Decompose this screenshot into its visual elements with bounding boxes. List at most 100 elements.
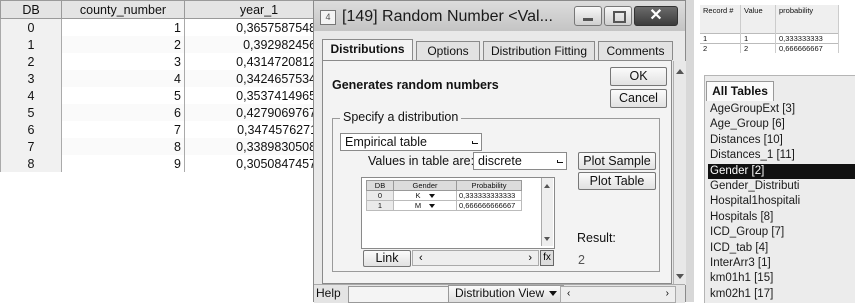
maximize-button[interactable] [604,6,632,26]
chevron-down-icon[interactable] [428,194,435,198]
column-header-db[interactable]: DB [0,0,62,19]
table-row[interactable]: 1 1 0,333333333 [700,33,839,44]
table-row[interactable]: 1 2 0,39298245614 [0,36,334,53]
cell-year-1[interactable]: 0,353741496599 [184,87,334,104]
table-row[interactable]: 0 K 0,333333333333 [366,190,522,201]
scroll-right-icon[interactable]: › [528,251,532,265]
column-header-county-number[interactable]: county_number [61,0,185,19]
distribution-view-button[interactable]: Distribution View [448,285,565,303]
cell-county-number[interactable]: 8 [61,138,185,155]
scroll-left-icon[interactable]: ‹ [419,251,423,265]
cell-value[interactable]: 1 [740,33,776,44]
column-header-db[interactable]: DB [366,180,394,191]
cell-county-number[interactable]: 2 [61,36,185,53]
tab-options[interactable]: Options [416,41,480,60]
cell-year-1[interactable]: 0,427906976744 [184,104,334,121]
table-list-item[interactable]: Distances [10] [708,133,855,148]
cell-county-number[interactable]: 7 [61,121,185,138]
column-header-gender[interactable]: Gender [393,180,457,191]
plot-sample-button[interactable]: Plot Sample [578,152,656,170]
plot-table-button[interactable]: Plot Table [578,172,656,190]
table-list-item[interactable]: AgeGroupExt [3] [708,102,855,117]
tab-comments[interactable]: Comments [598,41,673,60]
cell-year-1[interactable]: 0,342465753425 [184,70,334,87]
cell-year-1[interactable]: 0,305084745763 [184,155,334,172]
table-row[interactable]: 2 3 0,431472081218 [0,53,334,70]
table-row[interactable]: 4 5 0,353741496599 [0,87,334,104]
column-header-probability[interactable]: probability [775,5,839,34]
cell-db[interactable]: 2 [0,53,62,70]
cell-probability[interactable]: 0,333333333 [775,33,839,44]
table-row[interactable]: 6 7 0,347457627119 [0,121,334,138]
table-row[interactable]: 5 6 0,427906976744 [0,104,334,121]
link-button[interactable]: Link [363,250,411,267]
cell-db[interactable]: 1 [366,200,394,211]
grid-scrollbar[interactable] [541,178,553,246]
cell-gender[interactable]: K [393,190,457,201]
column-header-value[interactable]: Value [740,5,776,34]
table-row[interactable]: 2 2 0,666666667 [700,43,839,53]
cell-db[interactable]: 8 [0,155,62,172]
scroll-left-icon[interactable]: ‹ [567,287,570,301]
minimize-button[interactable] [574,6,602,26]
table-list-item[interactable]: Distances_1 [11] [708,148,855,163]
cell-probability[interactable]: 0,333333333333 [456,190,522,201]
dialog-titlebar[interactable]: 4 [149] Random Number <Val... ✕ [314,1,685,31]
function-button[interactable]: fx [540,250,554,266]
grid-horizontal-scrollbar[interactable]: ‹ › [412,250,539,266]
cell-county-number[interactable]: 5 [61,87,185,104]
cell-db[interactable]: 3 [0,70,62,87]
table-list-item[interactable]: km01h1 [15] [708,271,855,286]
column-header-year-1[interactable]: year_1 [184,0,334,19]
cell-db[interactable]: 0 [366,190,394,201]
help-button[interactable]: Help [316,286,341,300]
ok-button[interactable]: OK [610,67,667,86]
table-list-item[interactable]: Hospitals [8] [708,210,855,225]
table-list-item[interactable]: ICD_tab [4] [708,241,855,256]
tab-distribution-fitting[interactable]: Distribution Fitting [483,41,595,60]
panel-scrollbar[interactable] [673,61,686,285]
table-row[interactable]: 1 M 0,666666666667 [366,200,522,211]
tab-all-tables[interactable]: All Tables [706,81,774,101]
cell-year-1[interactable]: 0,39298245614 [184,36,334,53]
chevron-down-icon[interactable] [429,204,436,208]
column-header-probability[interactable]: Probability [456,180,522,191]
cell-probability[interactable]: 0,666666667 [775,43,839,53]
table-row[interactable]: 7 8 0,338983050847 [0,138,334,155]
table-row[interactable]: 3 4 0,342465753425 [0,70,334,87]
cell-db[interactable]: 4 [0,87,62,104]
table-row[interactable]: 8 9 0,305084745763 [0,155,334,172]
cell-county-number[interactable]: 9 [61,155,185,172]
tab-distributions[interactable]: Distributions [322,39,413,60]
status-scrollbar[interactable]: ‹ › [560,286,676,303]
cell-db[interactable]: 1 [0,36,62,53]
cell-record[interactable]: 1 [700,33,741,44]
cell-gender[interactable]: M [393,200,457,211]
cell-value[interactable]: 2 [740,43,776,53]
cell-year-1[interactable]: 0,347457627119 [184,121,334,138]
scroll-right-icon[interactable]: › [666,287,669,301]
cell-year-1[interactable]: 0,365758754864 [184,18,334,36]
table-list-item[interactable]: Hospital1hospitali [708,194,855,209]
table-list-item[interactable]: Gender_Distributi [708,179,855,194]
cell-probability[interactable]: 0,666666666667 [456,200,522,211]
table-list-item[interactable]: Gender [2] [708,163,855,179]
values-type-select[interactable]: discrete [473,152,567,170]
cell-county-number[interactable]: 3 [61,53,185,70]
cancel-button[interactable]: Cancel [610,89,667,108]
table-list-item[interactable]: Age_Group [6] [708,117,855,132]
cell-db[interactable]: 5 [0,104,62,121]
column-header-record[interactable]: Record # [700,5,741,34]
cell-db[interactable]: 6 [0,121,62,138]
table-list-item[interactable]: ICD_Group [7] [708,225,855,240]
table-row[interactable]: 0 1 0,365758754864 [0,18,334,36]
cell-county-number[interactable]: 4 [61,70,185,87]
close-button[interactable]: ✕ [634,6,678,26]
table-list-item[interactable]: km02h1 [17] [708,287,855,302]
cell-db[interactable]: 0 [0,18,62,36]
distribution-select[interactable]: Empirical table [340,133,482,151]
cell-county-number[interactable]: 6 [61,104,185,121]
cell-year-1[interactable]: 0,338983050847 [184,138,334,155]
cell-db[interactable]: 7 [0,138,62,155]
cell-county-number[interactable]: 1 [61,18,185,36]
